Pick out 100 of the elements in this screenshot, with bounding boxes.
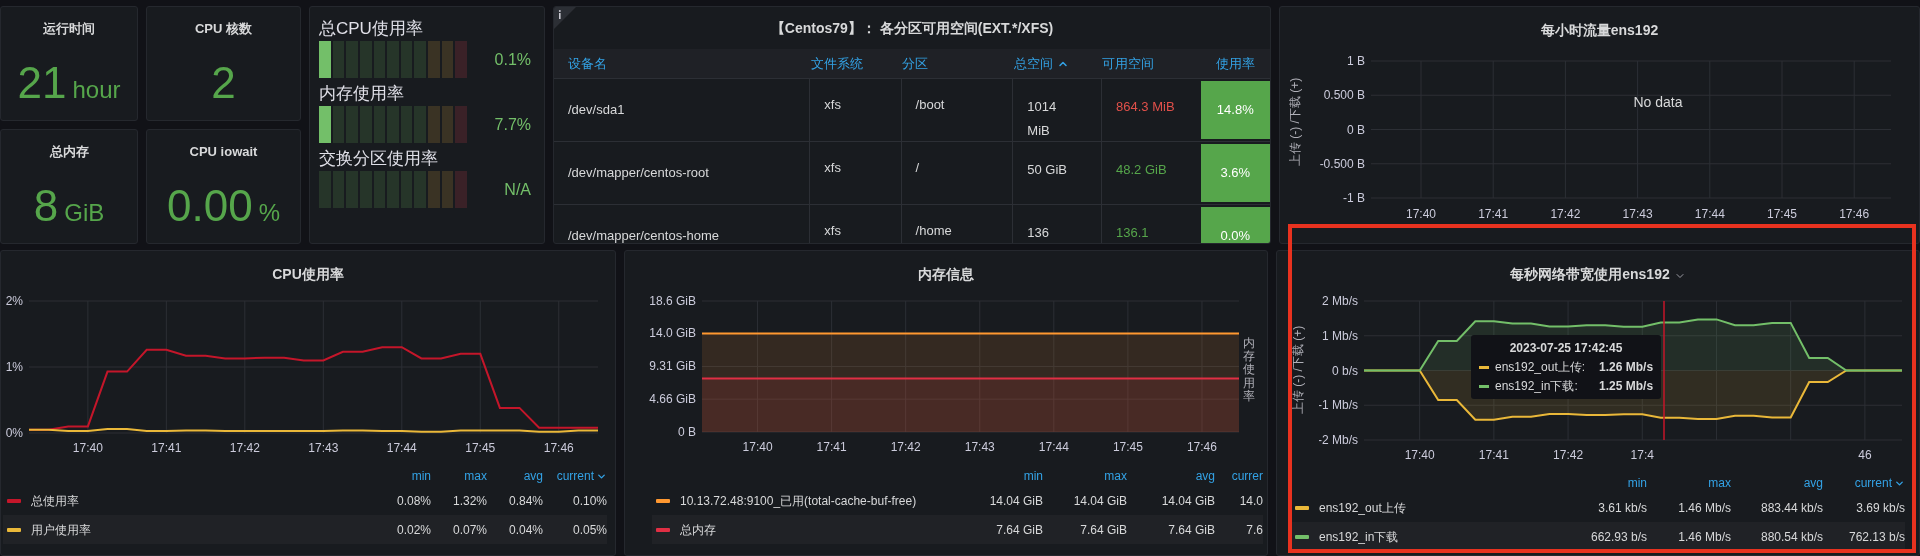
y-tick-label: -1 B — [1343, 191, 1365, 205]
legend-column-header[interactable]: current — [543, 467, 607, 485]
x-tick-label: 17:41 — [1478, 207, 1509, 221]
gauge-reading: N/A — [504, 179, 532, 200]
column-header[interactable]: 总空间 — [1014, 53, 1103, 74]
x-tick-label: 17:46 — [1839, 207, 1870, 221]
x-tick-label: 17:46 — [543, 441, 574, 455]
y-tick-label: 2% — [5, 294, 23, 308]
x-tick-label: 17:4 — [1630, 448, 1654, 462]
x-tick-label: 17:45 — [1767, 207, 1797, 221]
panel-title: CPU使用率 — [272, 265, 344, 284]
legend-column-header[interactable]: avg — [1731, 474, 1823, 492]
x-tick-label: 46 — [1858, 448, 1872, 462]
x-tick-label: 17:40 — [742, 440, 773, 454]
legend-column-header[interactable]: min — [1569, 474, 1647, 492]
y-tick-label: 0% — [5, 426, 23, 440]
table-cell: /dev/sda1 — [568, 79, 811, 141]
table-cell: xfs — [810, 142, 902, 204]
legend-value: 0.08% — [395, 492, 431, 510]
column-header[interactable]: 使用率 — [1200, 53, 1270, 74]
y-tick-label: 4.66 GiB — [649, 392, 696, 407]
stat-unit: GiB — [64, 200, 105, 225]
usage-cell: 3.6% — [1200, 144, 1270, 202]
legend-column-header[interactable]: min — [959, 467, 1043, 485]
x-tick-label: 17:42 — [1550, 207, 1581, 221]
legend-column-header[interactable]: min — [375, 467, 431, 485]
legend-series-name[interactable]: ens192_out上传 — [1319, 498, 1406, 517]
panel-title: 每小时流量ens192 — [1540, 21, 1659, 40]
column-header[interactable]: 分区 — [902, 53, 1015, 74]
y-tick-label: -0.500 B — [1319, 156, 1365, 171]
legend-value: 1.32% — [451, 492, 487, 510]
stat-value: 8 — [33, 183, 59, 228]
y-tick-label: 9.31 GiB — [649, 359, 696, 374]
y-tick-label: 2 Mb/s — [1322, 294, 1358, 308]
legend-series-name[interactable]: ens192_in下载 — [1319, 527, 1399, 546]
stat-unit: hour — [72, 77, 121, 102]
legend-column-header[interactable]: max — [1647, 474, 1731, 492]
legend-column-header[interactable]: avg — [487, 467, 543, 485]
legend-series-name[interactable]: 10.13.72.48:9100_已用(total-cache-buf-free) — [680, 491, 917, 510]
table-cell: 50 GiB — [1013, 142, 1103, 204]
x-tick-label: 17:44 — [386, 441, 417, 455]
legend-column-header[interactable]: max — [431, 467, 487, 485]
table-cell: /boot — [901, 79, 1014, 141]
gauge-label: 总CPU使用率 — [319, 18, 424, 40]
legend-value: 880.54 kb/s — [1759, 528, 1823, 546]
x-tick-label: 17:40 — [1406, 207, 1436, 221]
y-tick-label: 0.500 B — [1323, 88, 1365, 103]
x-tick-label: 17:41 — [816, 440, 847, 454]
tooltip-value: 1.26 Mb/s — [1598, 359, 1654, 376]
stat-title: 运行时间 — [43, 20, 95, 38]
legend-value: 1.46 Mb/s — [1677, 528, 1731, 546]
legend-value: 3.61 kb/s — [1597, 499, 1647, 517]
legend-column-header[interactable]: currer — [1215, 467, 1263, 485]
table-cell-text: 136.1 — [1115, 224, 1150, 242]
legend-value: 0.04% — [507, 521, 543, 539]
table-cell: / — [901, 142, 1014, 204]
legend-column-header[interactable]: current — [1823, 474, 1905, 492]
usage-cell: 0.0% — [1200, 207, 1270, 243]
legend-value: 14.04 GiB — [988, 492, 1043, 510]
table-cell: /dev/mapper/centos-root — [568, 142, 811, 204]
y-tick-label: 1% — [5, 360, 23, 374]
x-tick-label: 17:43 — [1622, 207, 1653, 221]
stat-title: 总内存 — [49, 143, 89, 161]
x-tick-label: 17:41 — [151, 441, 182, 455]
stat-unit: % — [258, 200, 280, 225]
legend-value: 7.64 GiB — [1079, 521, 1127, 539]
legend-series-name[interactable]: 总内存 — [680, 520, 716, 539]
table-cell-text: 864.3 MiB — [1115, 98, 1176, 116]
legend-value: 7.64 GiB — [995, 521, 1043, 539]
legend-column-header[interactable]: avg — [1127, 467, 1215, 485]
column-header[interactable]: 可用空间 — [1102, 53, 1201, 74]
y-tick-label: 18.6 GiB — [649, 294, 696, 308]
x-tick-label: 17:40 — [1404, 448, 1435, 462]
gauge-label: 交换分区使用率 — [319, 148, 439, 170]
panel-title: 内存信息 — [918, 265, 974, 284]
legend-value: 0.07% — [451, 521, 487, 539]
usage-cell: 14.8% — [1200, 81, 1270, 139]
legend-value: 0.84% — [507, 492, 543, 510]
legend-series-name[interactable]: 用户使用率 — [31, 520, 91, 539]
gauge-reading: 7.7% — [494, 114, 532, 135]
panel-title: 【Centos79】： 各分区可用空间(EXT.*/XFS) — [770, 18, 1054, 38]
legend-column-header[interactable]: max — [1043, 467, 1127, 485]
tooltip-series-name: ens192_out上传: — [1495, 359, 1586, 376]
x-tick-label: 17:42 — [890, 440, 921, 454]
legend-value: 14.0 — [1238, 492, 1263, 510]
column-header[interactable]: 文件系统 — [811, 53, 903, 74]
x-tick-label: 17:43 — [964, 440, 995, 454]
stat-value: 0.00 — [167, 183, 253, 228]
legend-series-name[interactable]: 总使用率 — [31, 491, 79, 510]
column-header[interactable]: 设备名 — [568, 53, 812, 74]
axis-label: 上传 (-) /下载 (+) — [1290, 325, 1306, 415]
stat-value: 21 — [17, 60, 67, 105]
x-tick-label: 17:44 — [1694, 207, 1725, 221]
axis-label: 上传 (-) /下载 (+) — [1287, 77, 1303, 167]
x-tick-label: 17:43 — [308, 441, 339, 455]
stat-title: CPU 核数 — [194, 20, 253, 38]
y-tick-label: 1 B — [1347, 54, 1365, 68]
x-tick-label: 17:45 — [1112, 440, 1143, 454]
table-cell: 1014 MiB — [1013, 79, 1103, 141]
y-tick-label: 0 B — [678, 425, 696, 439]
